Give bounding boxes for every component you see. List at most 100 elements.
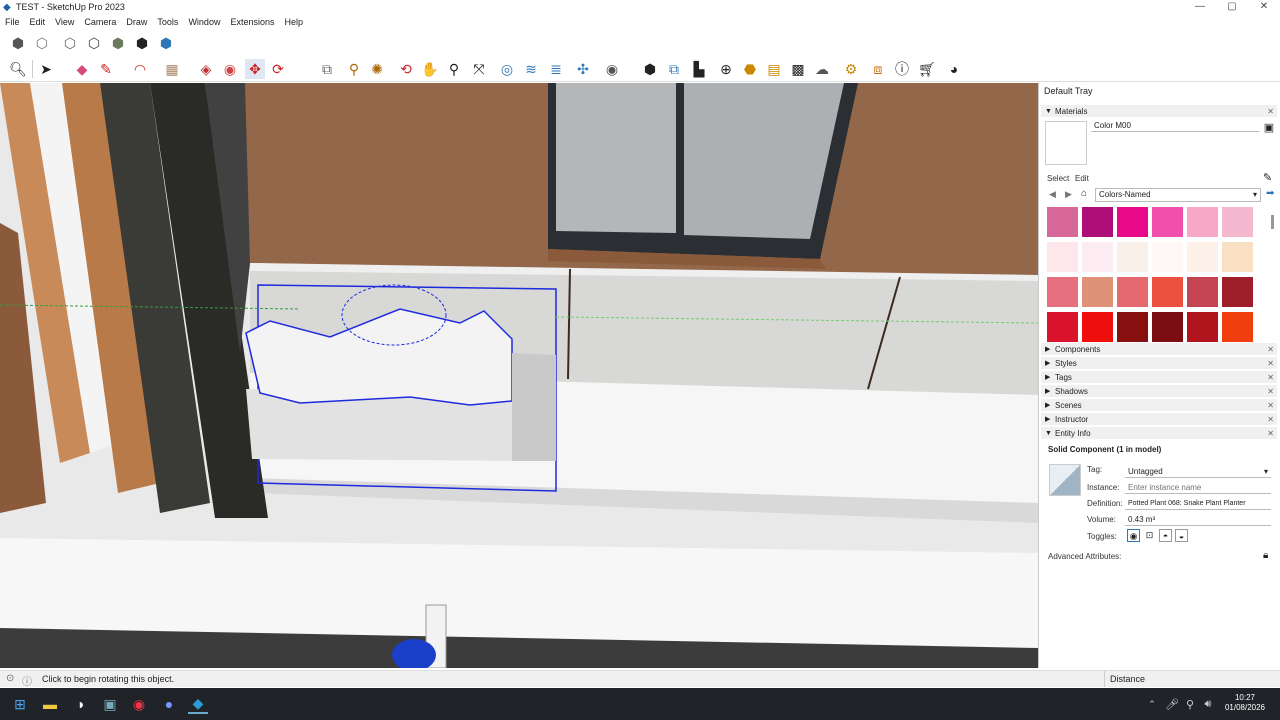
- material-swatch[interactable]: [1187, 207, 1218, 237]
- details-arrow-icon[interactable]: ➡: [1266, 188, 1274, 199]
- material-swatch[interactable]: [1187, 242, 1218, 272]
- material-swatch[interactable]: [1187, 312, 1218, 342]
- shaded-textures-icon[interactable]: ⬢: [132, 33, 152, 53]
- close-panel-icon[interactable]: ✕: [1267, 105, 1274, 118]
- warehouse-icon[interactable]: ⬢: [640, 59, 660, 79]
- shape-icon[interactable]: ▦: [162, 59, 182, 79]
- app2-icon[interactable]: ▣: [100, 694, 120, 714]
- model-info-icon[interactable]: ▤: [764, 59, 784, 79]
- sections-icon[interactable]: ◎: [497, 59, 517, 79]
- tray-chevron-icon[interactable]: ⌃: [1142, 694, 1162, 714]
- orbit-icon[interactable]: ⟲: [396, 59, 416, 79]
- sketchup-taskbar-icon[interactable]: ◆: [188, 694, 208, 714]
- menu-tools[interactable]: Tools: [152, 15, 183, 29]
- home-icon[interactable]: ⌂: [1081, 188, 1087, 199]
- swatch-scrollbar[interactable]: [1271, 215, 1274, 229]
- push-pull-icon[interactable]: ◈: [196, 59, 216, 79]
- back-edges-icon[interactable]: ⬡: [32, 33, 52, 53]
- solid-tools-icon[interactable]: ≣: [546, 59, 566, 79]
- shaded-icon[interactable]: ⬢: [108, 33, 128, 53]
- edit-tab[interactable]: Edit: [1075, 174, 1089, 183]
- monochrome-icon[interactable]: ⬢: [156, 33, 176, 53]
- eraser-icon[interactable]: ◆: [72, 59, 92, 79]
- geo-location-icon[interactable]: ⊙: [6, 673, 14, 684]
- instance-name-input[interactable]: [1125, 481, 1271, 494]
- cart-icon[interactable]: 🛒︎: [917, 59, 937, 79]
- settings-icon[interactable]: ⚙: [841, 59, 861, 79]
- windows-start-icon[interactable]: ⊞: [10, 694, 30, 714]
- receive-shadows-icon[interactable]: ◒: [1175, 529, 1188, 542]
- back-arrow-icon[interactable]: ◀: [1049, 189, 1056, 200]
- instructor-section-header[interactable]: ▶ Instructor ✕: [1041, 413, 1277, 426]
- menu-camera[interactable]: Camera: [79, 15, 121, 29]
- material-swatch[interactable]: [1117, 207, 1148, 237]
- minimize-button[interactable]: —: [1184, 0, 1216, 15]
- close-panel-icon[interactable]: ✕: [1267, 371, 1274, 384]
- cloud-icon[interactable]: ☁: [812, 59, 832, 79]
- menu-window[interactable]: Window: [183, 15, 225, 29]
- hidden-line-icon[interactable]: ⬡: [84, 33, 104, 53]
- material-swatch[interactable]: [1152, 312, 1183, 342]
- wireframe-icon[interactable]: ⬡: [60, 33, 80, 53]
- material-swatch[interactable]: [1117, 242, 1148, 272]
- close-panel-icon[interactable]: ✕: [1267, 343, 1274, 356]
- user-icon[interactable]: ◕: [944, 59, 964, 79]
- paint-icon[interactable]: ✺: [367, 59, 387, 79]
- extension-manager-icon[interactable]: ✣: [573, 59, 593, 79]
- tag-dropdown[interactable]: Untagged ▾: [1125, 465, 1271, 478]
- tape-icon[interactable]: ⚲: [344, 59, 364, 79]
- close-panel-icon[interactable]: ✕: [1267, 413, 1274, 426]
- components-icon[interactable]: ▩: [788, 59, 808, 79]
- cast-shadows-icon[interactable]: ◓: [1159, 529, 1172, 542]
- credits-icon[interactable]: ⓘ: [22, 673, 32, 688]
- chrome-icon[interactable]: ◉: [129, 694, 149, 714]
- material-swatch[interactable]: [1047, 277, 1078, 307]
- material-swatch[interactable]: [1222, 207, 1253, 237]
- microphone-icon[interactable]: 🎤︎: [1162, 694, 1182, 714]
- forward-arrow-icon[interactable]: ▶: [1065, 189, 1072, 200]
- visible-toggle-icon[interactable]: ◉: [1127, 529, 1140, 542]
- measurements-box[interactable]: Distance: [1104, 671, 1280, 687]
- menu-view[interactable]: View: [50, 15, 79, 29]
- pan-icon[interactable]: ✋: [420, 59, 440, 79]
- zoom-extents-icon[interactable]: ⤧: [469, 59, 489, 79]
- material-swatch[interactable]: [1187, 277, 1218, 307]
- xray-icon[interactable]: ⬢: [8, 33, 28, 53]
- close-panel-icon[interactable]: ✕: [1267, 427, 1274, 440]
- material-swatch[interactable]: [1047, 312, 1078, 342]
- offset-icon[interactable]: ◉: [220, 59, 240, 79]
- material-swatch[interactable]: [1222, 242, 1253, 272]
- material-swatch[interactable]: [1222, 277, 1253, 307]
- close-panel-icon[interactable]: ✕: [1267, 385, 1274, 398]
- material-swatch[interactable]: [1047, 242, 1078, 272]
- account-icon[interactable]: ◉: [602, 59, 622, 79]
- material-swatch[interactable]: [1117, 277, 1148, 307]
- advanced-attributes-label[interactable]: Advanced Attributes:: [1048, 552, 1121, 561]
- zoom-icon[interactable]: ⚲: [444, 59, 464, 79]
- line-icon[interactable]: ✎: [96, 59, 116, 79]
- layout-icon[interactable]: ▙: [689, 59, 709, 79]
- material-swatch[interactable]: [1152, 207, 1183, 237]
- info-icon[interactable]: ⓘ: [892, 59, 912, 79]
- app-icon[interactable]: ◑: [70, 694, 90, 714]
- close-button[interactable]: ✕: [1248, 0, 1280, 15]
- shadows-section-header[interactable]: ▶ Shadows ✕: [1041, 385, 1277, 398]
- volume-icon[interactable]: 🔊︎: [1198, 694, 1218, 714]
- material-swatch[interactable]: [1082, 242, 1113, 272]
- create-material-icon[interactable]: ▣: [1262, 121, 1276, 135]
- model-viewport[interactable]: [0, 83, 1038, 668]
- definition-field[interactable]: Potted Plant 068: Snake Plant Planter: [1125, 497, 1271, 510]
- styles-section-header[interactable]: ▶ Styles ✕: [1041, 357, 1277, 370]
- file-explorer-icon[interactable]: ▬: [40, 694, 60, 714]
- tags-section-header[interactable]: ▶ Tags ✕: [1041, 371, 1277, 384]
- styles-icon[interactable]: ⬣: [740, 59, 760, 79]
- extension-warehouse-icon[interactable]: ⧉: [664, 59, 684, 79]
- scenes-icon[interactable]: ⧈: [868, 59, 888, 79]
- arc-icon[interactable]: ◠: [130, 59, 150, 79]
- material-swatch[interactable]: [1082, 277, 1113, 307]
- close-panel-icon[interactable]: ✕: [1267, 357, 1274, 370]
- search-icon[interactable]: 🔍︎: [8, 59, 28, 79]
- menu-edit[interactable]: Edit: [25, 15, 51, 29]
- material-swatch[interactable]: [1082, 207, 1113, 237]
- rotate-icon[interactable]: ⟳: [268, 59, 288, 79]
